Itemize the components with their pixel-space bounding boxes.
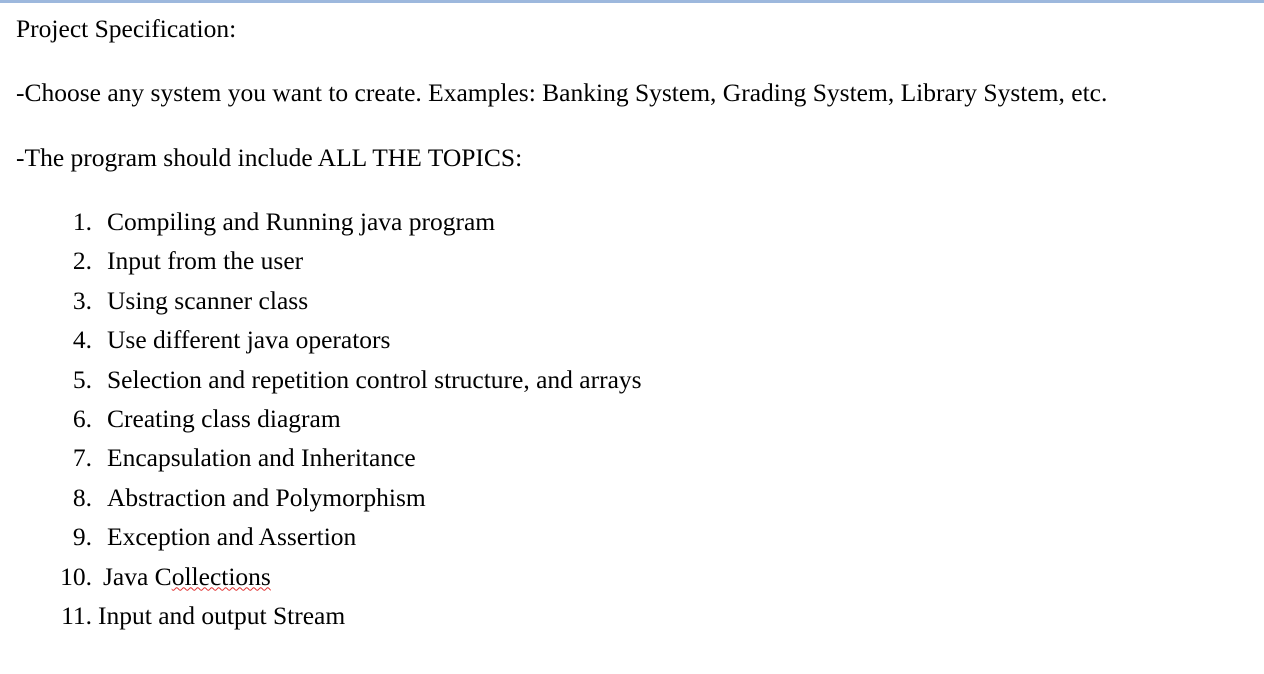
list-item-label: Encapsulation and Inheritance	[107, 443, 416, 473]
list-item-label: Java Collections	[92, 557, 271, 596]
document-page: Project Specification: -Choose any syste…	[0, 0, 1264, 674]
list-item-label: Exception and Assertion	[107, 522, 357, 552]
list-item-label: Creating class diagram	[107, 404, 341, 434]
list-item: 10. Java Collections	[16, 557, 1250, 596]
list-item-number: 2.	[72, 246, 92, 276]
list-item: 1. Compiling and Running java program	[16, 202, 1250, 241]
list-item: 3. Using scanner class	[16, 281, 1250, 320]
list-item: 11. Input and output Stream	[16, 596, 1250, 635]
list-item-number: 3.	[72, 285, 92, 315]
list-item: 5. Selection and repetition control struc…	[16, 360, 1250, 399]
list-item: 2. Input from the user	[16, 241, 1250, 280]
document-body: Project Specification: -Choose any syste…	[0, 3, 1264, 635]
list-item-label: Using scanner class	[107, 285, 309, 315]
list-item: 4. Use different java operators	[16, 320, 1250, 359]
list-item-number: 11.	[61, 601, 92, 631]
page-title: Project Specification:	[16, 14, 237, 43]
spellcheck-flagged-word: ollections	[171, 561, 271, 591]
list-item-label: Input and output Stream	[98, 601, 346, 631]
list-item-number: 6.	[72, 404, 92, 434]
list-item-number: 8.	[72, 482, 92, 512]
list-item-label: Selection and repetition control structu…	[107, 364, 642, 394]
list-item-number: 1.	[72, 207, 92, 236]
list-item-number: 4.	[72, 325, 92, 355]
list-item-number: 7.	[72, 443, 92, 473]
list-item-label: Compiling and Running java program	[107, 207, 496, 236]
list-item-label: Input from the user	[107, 246, 304, 276]
list-item-label: Abstraction and Polymorphism	[107, 482, 426, 512]
list-item-number: 9.	[72, 522, 92, 552]
list-item-number: 10.	[60, 561, 92, 591]
topics-list: 1. Compiling and Running java program 2. I…	[16, 202, 1250, 635]
list-item: 7. Encapsulation and Inheritance	[16, 438, 1250, 477]
list-item-label-prefix: Java C	[103, 561, 172, 591]
list-item-number: 5.	[72, 364, 92, 394]
paragraph-all-topics: -The program should include ALL THE TOPI…	[16, 143, 523, 172]
paragraph-choose-system: -Choose any system you want to create. E…	[16, 78, 1108, 107]
list-item: 9. Exception and Assertion	[16, 517, 1250, 556]
list-item: 6. Creating class diagram	[16, 399, 1250, 438]
list-item-label: Use different java operators	[107, 325, 391, 355]
list-item: 8. Abstraction and Polymorphism	[16, 478, 1250, 517]
